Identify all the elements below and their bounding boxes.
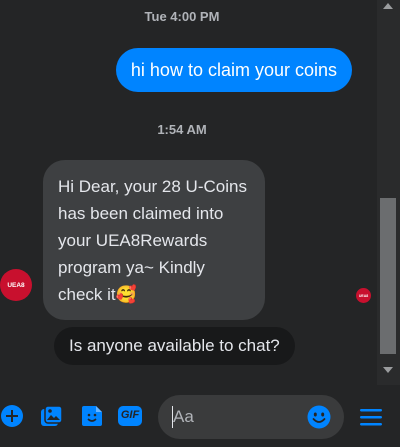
gif-label: GIF xyxy=(120,409,140,421)
avatar-label: UEA8 xyxy=(7,281,25,289)
menu-icon[interactable] xyxy=(359,405,383,429)
incoming-message-bubble[interactable]: Hi Dear, your 28 U-Coins has been claime… xyxy=(43,160,265,320)
seen-indicator-avatar: UEA8 xyxy=(356,288,371,303)
scrollbar-thumb[interactable] xyxy=(380,198,396,354)
timestamp: Tue 4:00 PM xyxy=(144,9,220,24)
gif-icon[interactable]: GIF xyxy=(118,406,142,426)
outgoing-message-bubble[interactable]: hi how to claim your coins xyxy=(115,48,352,92)
message-list: Tue 4:00 PM hi how to claim your coins 1… xyxy=(0,0,376,385)
plus-icon[interactable] xyxy=(0,404,24,428)
photo-icon[interactable] xyxy=(40,404,64,428)
timestamp: 1:54 AM xyxy=(157,122,207,137)
suggested-reply-chip[interactable]: Is anyone available to chat? xyxy=(54,327,295,365)
scroll-up-arrow[interactable] xyxy=(383,3,393,9)
emoji-icon[interactable] xyxy=(307,405,331,429)
sticker-icon[interactable] xyxy=(80,404,104,428)
seen-avatar-label: UEA8 xyxy=(358,293,369,298)
avatar[interactable]: UEA8 xyxy=(0,269,32,301)
message-input-placeholder: Aa xyxy=(173,407,194,426)
scroll-down-arrow[interactable] xyxy=(383,367,393,373)
